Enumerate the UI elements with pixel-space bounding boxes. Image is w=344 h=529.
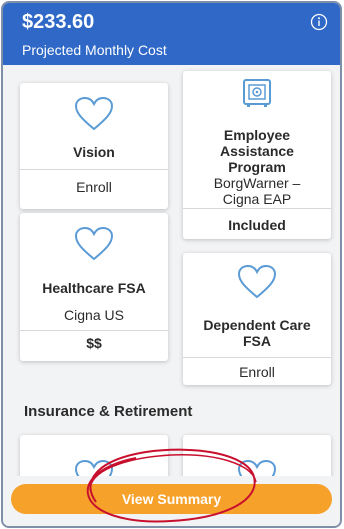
benefit-title: Vision (73, 144, 115, 160)
monthly-cost-amount: $233.60 (22, 11, 95, 33)
benefit-title: Dependent Care FSA (203, 317, 311, 349)
benefit-provider: Cigna US (64, 307, 124, 323)
benefit-card-healthcare-fsa[interactable]: Healthcare FSA Cigna US $$ (20, 213, 168, 361)
benefit-title: Healthcare FSA (42, 280, 146, 296)
annotation-circle (86, 448, 257, 523)
card-divider (20, 169, 168, 170)
benefit-title: Employee Assistance Program (220, 127, 294, 175)
benefit-card-vision[interactable]: Vision Enroll (20, 83, 168, 209)
heart-icon (237, 264, 277, 299)
safe-icon (243, 79, 271, 107)
status-included: Included (228, 217, 286, 233)
card-divider (183, 208, 331, 209)
benefit-provider: BorgWarner – Cigna EAP (213, 175, 301, 207)
cost-indicator: $$ (86, 335, 102, 351)
heart-icon (74, 96, 114, 131)
info-circle-icon[interactable] (310, 13, 328, 31)
benefit-card-eap[interactable]: Employee Assistance Program BorgWarner –… (183, 71, 331, 239)
cost-header: $233.60 Projected Monthly Cost (3, 3, 340, 65)
enroll-link[interactable]: Enroll (183, 364, 331, 380)
monthly-cost-label: Projected Monthly Cost (22, 42, 167, 58)
heart-icon (74, 226, 114, 261)
section-heading-insurance: Insurance & Retirement (24, 403, 193, 420)
card-divider (20, 330, 168, 331)
enroll-link[interactable]: Enroll (20, 179, 168, 195)
benefit-card-dependent-care-fsa[interactable]: Dependent Care FSA Enroll (183, 253, 331, 385)
card-divider (183, 357, 331, 358)
